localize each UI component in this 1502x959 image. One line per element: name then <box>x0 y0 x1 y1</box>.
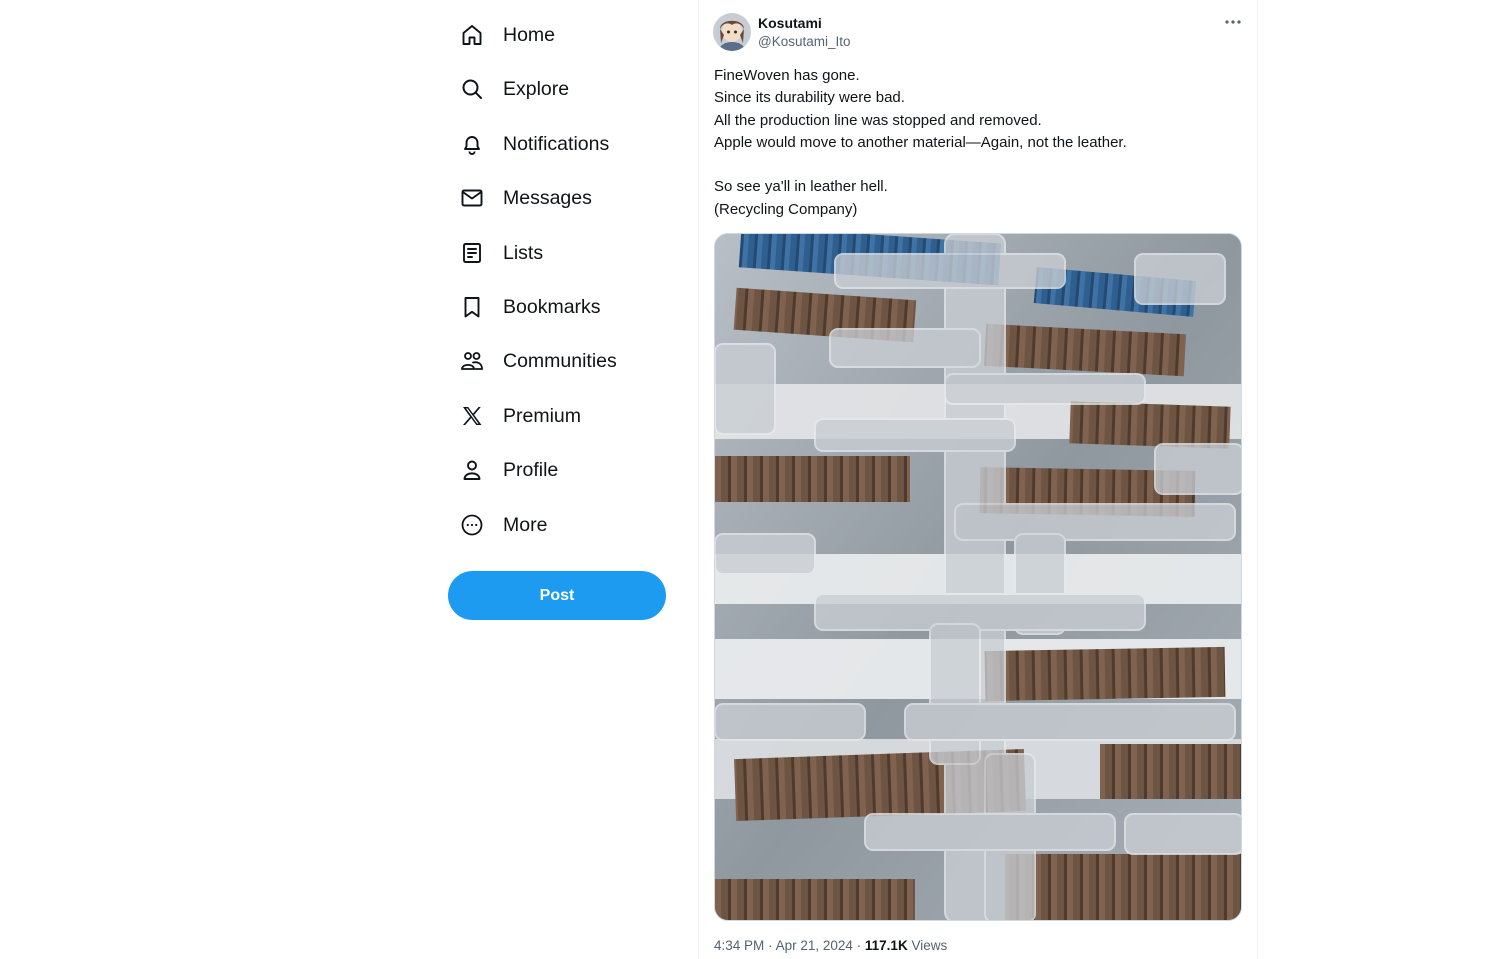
tweet-text-line: FineWoven has gone. <box>714 67 860 84</box>
communities-icon <box>459 348 485 374</box>
author-handle[interactable]: @Kosutami_Ito <box>758 34 851 49</box>
person-icon <box>459 457 485 483</box>
nav-label-premium: Premium <box>503 404 582 427</box>
views-label: Views <box>911 938 948 953</box>
meta-separator: · <box>768 938 773 953</box>
avatar[interactable] <box>713 13 751 51</box>
tweet-date[interactable]: Apr 21, 2024 <box>776 938 853 953</box>
x-logo-icon <box>459 403 485 429</box>
nav-label-explore: Explore <box>503 77 570 100</box>
tweet-text-line: Since its durability were bad. <box>714 89 905 107</box>
nav-label-messages: Messages <box>503 186 592 209</box>
nav-label-profile: Profile <box>503 458 559 481</box>
nav-label-more: More <box>503 513 548 536</box>
nav-lists[interactable]: Lists <box>448 230 678 276</box>
sidebar: Home Explore Notifications Messages List <box>448 0 678 959</box>
nav-bookmarks[interactable]: Bookmarks <box>448 284 678 330</box>
tweet-time[interactable]: 4:34 PM <box>714 938 764 953</box>
nav-more[interactable]: More <box>448 502 678 548</box>
nav-premium[interactable]: Premium <box>448 393 678 439</box>
tweet-text: FineWoven has gone. Since its durability… <box>714 65 1244 221</box>
nav-label-communities: Communities <box>503 349 617 372</box>
more-circle-icon <box>459 512 485 538</box>
list-icon <box>459 240 485 266</box>
tweet-text-line: All the production line was stopped and … <box>714 111 1042 129</box>
nav-messages[interactable]: Messages <box>448 175 678 221</box>
nav-label-lists: Lists <box>503 241 544 264</box>
envelope-icon <box>459 185 485 211</box>
column-divider-right <box>1257 0 1258 959</box>
tweet-text-line: (Recycling Company) <box>714 200 858 218</box>
nav-communities[interactable]: Communities <box>448 338 678 384</box>
tweet-photo[interactable] <box>714 233 1242 921</box>
tweet-text-line: Apple would move to another material—Aga… <box>714 133 1127 151</box>
page: Home Explore Notifications Messages List <box>0 0 1502 959</box>
tweet-meta: 4:34 PM · Apr 21, 2024 · 117.1K Views <box>714 938 947 953</box>
author-name[interactable]: Kosutami <box>758 15 822 31</box>
nav-label-home: Home <box>503 23 556 46</box>
nav-explore[interactable]: Explore <box>448 66 678 112</box>
bell-icon <box>459 131 485 157</box>
nav-label-notifications: Notifications <box>503 132 610 155</box>
nav-home[interactable]: Home <box>448 12 678 58</box>
nav-label-bookmarks: Bookmarks <box>503 295 601 318</box>
views-count: 117.1K <box>864 938 908 953</box>
tweet-text-gap <box>714 154 1244 176</box>
nav-profile[interactable]: Profile <box>448 447 678 493</box>
bookmark-icon <box>459 294 485 320</box>
post-button[interactable]: Post <box>448 571 666 620</box>
tweet: Kosutami @Kosutami_Ito FineWoven has gon… <box>699 0 1257 959</box>
home-icon <box>459 22 485 48</box>
tweet-text-line: So see ya'll in leather hell. <box>714 178 888 196</box>
search-icon <box>459 76 485 102</box>
tweet-photo-image <box>715 234 1241 920</box>
nav-notifications[interactable]: Notifications <box>448 121 678 167</box>
meta-separator: · <box>856 938 862 953</box>
more-options-icon[interactable] <box>1221 12 1245 32</box>
